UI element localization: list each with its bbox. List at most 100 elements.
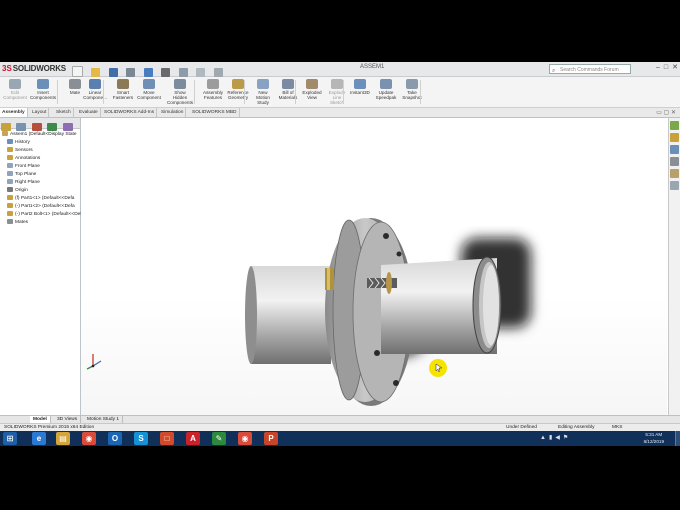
explode-line-icon [331,79,343,89]
minimize-button[interactable]: – [656,64,660,71]
viewport-close-icon[interactable]: ✕ [671,110,676,116]
solidworks-logo[interactable]: 3SSOLIDWORKS [2,63,66,75]
ribbon-button-edit-component[interactable]: Edit Component [0,78,30,106]
tab-evaluate[interactable]: Evaluate [77,108,101,117]
skype-icon[interactable]: S [134,432,148,445]
tray-arrow-icon[interactable]: ▲ [540,435,549,441]
undo-icon[interactable] [143,68,153,77]
sensors-icon [7,147,13,153]
display-manager-tab-icon[interactable] [62,123,73,131]
tree-item[interactable]: Front Plane [0,163,80,171]
tree-item[interactable]: (-) Part2 Bolt<1> (Default<<Def [0,211,82,219]
office-icon[interactable]: □ [160,432,174,445]
save-icon[interactable] [108,68,118,77]
feature-tree-tab-icon[interactable] [1,123,11,131]
dimxpert-tab-icon[interactable] [47,123,58,131]
title-bar: 3SSOLIDWORKS ASSEM1 ⌕ Search Commands Fo… [0,62,680,77]
show-desktop-button[interactable] [675,431,680,446]
chrome2-icon[interactable]: ◉ [238,432,252,445]
volume-icon[interactable]: ◀ [555,435,563,441]
taskbar-clock[interactable]: 5:31 AM 6/12/2019 [644,431,664,445]
tree-item[interactable]: Top Plane [0,171,80,179]
ds-logo-mark: 3S [2,64,12,73]
start-button[interactable]: ⊞ [3,432,17,445]
windows-taskbar: ⊞ e ▤ ◉ O S □ A ✎ ◉ P ▲▮◀⚑ 5:31 AM 6/12/2019 [0,431,680,446]
ribbon-button-label: Take Snapshot [402,90,422,100]
graphics-area[interactable] [81,118,667,416]
maximize-button[interactable]: □ [664,64,668,71]
ribbon-button-snapshot[interactable]: Take Snapshot [397,78,427,106]
tab-layout[interactable]: Layout [30,108,50,117]
view-palette-icon[interactable] [670,157,679,166]
tree-item[interactable]: History [0,139,80,147]
select-icon[interactable] [161,68,171,77]
custom-properties-icon[interactable] [670,181,679,190]
show-hidden-icon [174,79,186,89]
feature-tree: Assem1 (Default<Display State History Sens… [0,131,82,227]
acrobat-icon[interactable]: A [186,432,200,445]
mates-icon [7,219,13,225]
tree-item[interactable]: Sensors [0,147,80,155]
assembly-model-view [86,218,531,406]
tree-item[interactable]: Annotations [0,155,80,163]
file-properties-icon[interactable] [196,68,206,77]
appearances-icon[interactable] [670,169,679,178]
clock-date: 6/12/2019 [643,439,664,444]
design-library-icon[interactable] [670,133,679,142]
tree-item-label: Top Plane [15,172,37,177]
move-component-icon [143,79,155,89]
viewport-restore-icon[interactable]: ▢ [664,110,670,116]
tree-item[interactable]: Mates [0,219,80,227]
tree-item-label: Right Plane [15,180,40,185]
tab-solidworks-mbd[interactable]: SOLIDWORKS MBD [190,108,240,117]
part-icon [7,211,13,217]
ribbon-separator [103,80,104,104]
flag-icon[interactable]: ⚑ [563,435,571,441]
tab-simulation[interactable]: Simulation [159,108,187,117]
configuration-manager-tab-icon[interactable] [31,123,42,131]
solidworks-resources-icon[interactable] [670,121,679,130]
plane-icon [7,171,13,177]
system-tray: ▲▮◀⚑ [540,434,571,441]
bolt-hole [396,251,402,257]
ribbon-button-label: Show Hidden Components [166,90,194,105]
tree-item[interactable]: Origin [0,187,80,195]
ribbon-button-show-hidden[interactable]: Show Hidden Components [165,78,195,106]
options-icon[interactable] [213,68,223,77]
snapshot-icon [406,79,418,89]
open-folder-icon[interactable] [91,68,101,77]
search-commands-input[interactable]: ⌕ Search Commands Forum [549,64,631,74]
tab-sketch[interactable]: Sketch [54,108,74,117]
tab-solidworks-add-ins[interactable]: SOLIDWORKS Add-Ins [102,108,158,117]
print-icon[interactable] [126,68,136,77]
powerpoint-icon[interactable]: P [264,432,278,445]
chrome-icon[interactable]: ◉ [82,432,96,445]
property-manager-tab-icon[interactable] [16,123,27,131]
tree-item[interactable]: Assem1 (Default<Display State [0,131,80,139]
ie-icon[interactable]: e [32,432,46,445]
tree-item-label: (-) Part2 Bolt<1> (Default<<Def [15,212,82,217]
tree-item[interactable]: (-) Part1<2> (Default<<Defa [0,203,80,211]
viewport-minimize-icon[interactable]: ▭ [656,110,662,116]
file-explorer-icon[interactable] [670,145,679,154]
tree-item[interactable]: Right Plane [0,179,80,187]
tab-assembly[interactable]: Assembly [0,108,28,117]
outlook-icon[interactable]: O [108,432,122,445]
new-document-icon[interactable] [72,66,83,77]
viewport-controls: ▭ ▢ ✕ [656,109,676,116]
bolt-left[interactable] [325,268,334,290]
tree-item[interactable]: (f) Part1<1> (Default<<Defa [0,195,80,203]
edit-component-icon [9,79,21,89]
ribbon-button-insert-components[interactable]: Insert Components [28,78,58,106]
paint-icon[interactable]: ✎ [212,432,226,445]
close-button[interactable]: ✕ [672,64,678,71]
left-pipe[interactable] [245,266,331,364]
rebuild-icon[interactable] [178,68,188,77]
tree-item-label: Mates [15,220,29,225]
tree-item-label: Front Plane [15,164,40,169]
assembly-icon [2,131,8,137]
right-pipe[interactable] [381,256,502,354]
ribbon-button-move-component[interactable]: Move Component [134,78,164,106]
explorer-icon[interactable]: ▤ [56,432,70,445]
ribbon-button-linear-pattern[interactable]: Linear Compone... [80,78,110,106]
